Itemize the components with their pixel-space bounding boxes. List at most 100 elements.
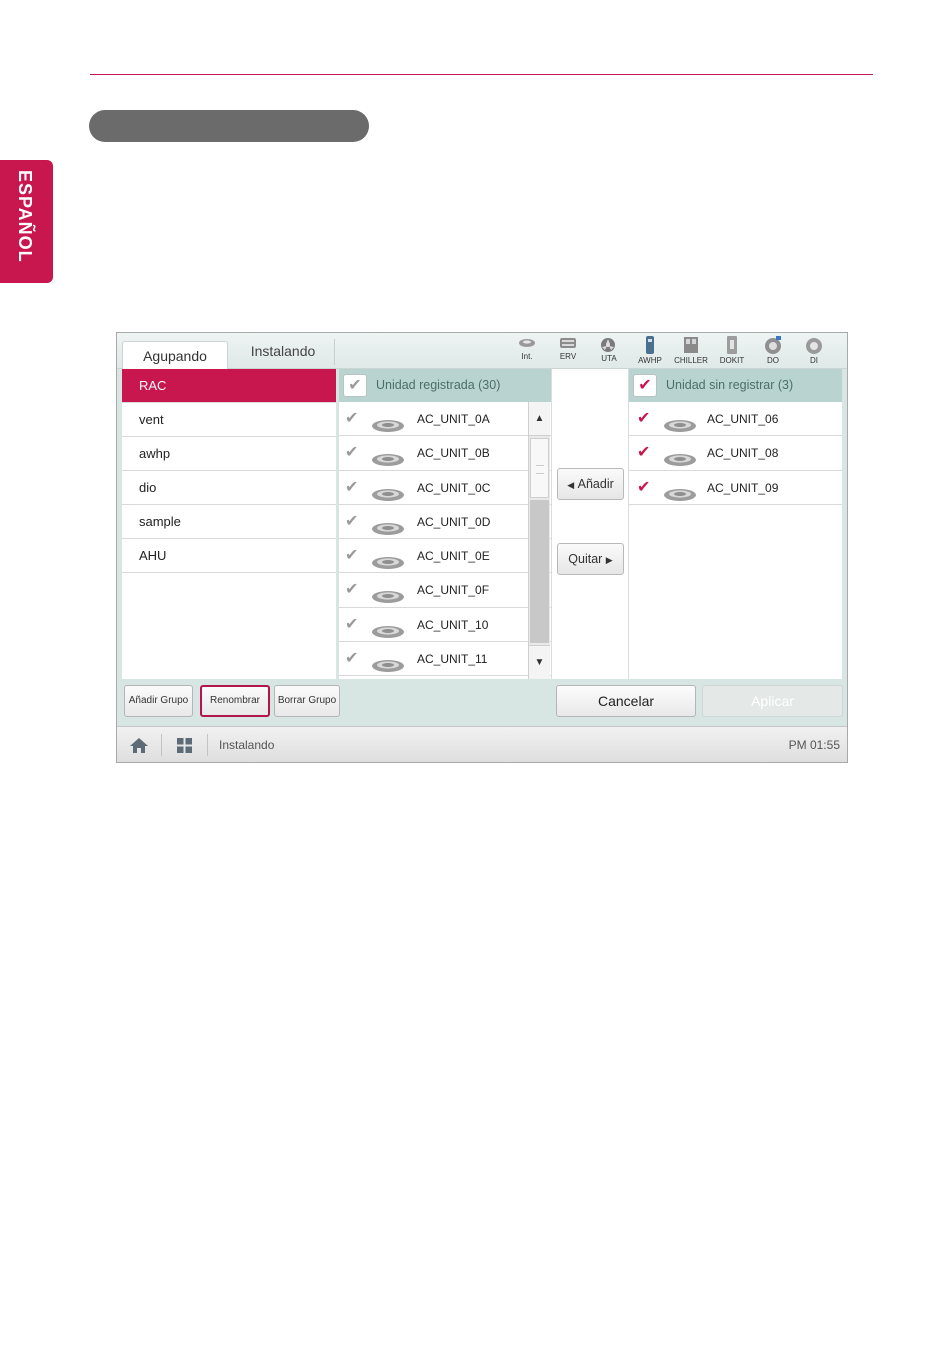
scroll-thumb[interactable] [530,438,549,498]
group-item-rac[interactable]: RAC [122,369,336,403]
unit-row[interactable]: ✔ AC_UNIT_0D [339,505,551,540]
add-button[interactable]: ◀ Añadir [557,468,624,500]
unit-name: AC_UNIT_0E [417,549,490,564]
registered-header: ✔ Unidad registrada (30) [339,369,551,402]
transfer-controls: ◀ Añadir Quitar ▶ [551,369,629,679]
registered-header-label: Unidad registrada (30) [376,378,501,392]
device-label: ERV [559,352,577,361]
registered-scrollbar[interactable]: ▲ ▼ [528,402,550,679]
arrow-left-icon: ◀ [567,480,575,490]
check-icon[interactable]: ✔ [345,642,358,676]
select-all-registered-checkbox[interactable]: ✔ [343,374,367,397]
unit-row[interactable]: ✔ AC_UNIT_0B [339,436,551,471]
device-filter-int[interactable]: Int. [510,335,544,367]
unit-row[interactable]: ✔ AC_UNIT_0C [339,471,551,505]
header-rule [90,74,873,75]
check-icon[interactable]: ✔ [345,402,358,436]
group-item-vent[interactable]: vent [122,403,336,437]
add-group-button[interactable]: Añadir Grupo [124,685,193,717]
tab-agupando[interactable]: Agupando [122,341,228,370]
arrow-right-icon: ▶ [605,555,613,565]
clock: PM 01:55 [788,738,840,752]
remove-button[interactable]: Quitar ▶ [557,543,624,575]
device-filter-uta[interactable]: UTA [592,335,626,367]
erv-icon [560,338,576,348]
delete-group-button[interactable]: Borrar Grupo [274,685,340,717]
check-icon[interactable]: ✔ [637,471,650,505]
unit-row[interactable]: ✔ AC_UNIT_06 [629,402,842,437]
scroll-up-arrow-icon[interactable]: ▲ [529,402,550,436]
device-screen: Agupando Instalando Int. ERV UTA AWHP CH… [116,332,848,763]
unregistered-rows: ✔ AC_UNIT_06 ✔ AC_UNIT_08 ✔ AC_UNIT_09 [629,402,842,505]
unit-row[interactable]: ✔ AC_UNIT_0A [339,402,551,437]
device-label: AWHP [638,356,662,365]
device-label: UTA [601,354,617,363]
footer-divider [207,734,208,756]
rename-group-button[interactable]: Renombrar [200,685,270,717]
cassette-unit-icon [663,481,697,515]
di-gear-icon [806,338,822,354]
unregistered-unit-list: ✔ Unidad sin registrar (3) ✔ AC_UNIT_06 ✔ A… [629,369,842,679]
status-footer: Instalando PM 01:55 [117,726,847,762]
tab-divider [334,339,335,365]
scroll-down-arrow-icon[interactable]: ▼ [529,645,550,679]
uta-fan-icon [601,338,615,352]
unit-row[interactable]: ✔ AC_UNIT_10 [339,608,551,643]
device-filter-do[interactable]: DO [756,335,790,367]
remove-button-label: Quitar [568,552,603,566]
unit-row[interactable]: ✔ AC_UNIT_08 [629,436,842,471]
device-label: Int. [521,352,533,361]
tab-instalando[interactable]: Instalando [235,337,331,365]
check-icon[interactable]: ✔ [345,436,358,470]
unit-name: AC_UNIT_06 [707,412,779,426]
device-label: DOKIT [719,356,745,365]
group-item-dio[interactable]: dio [122,471,336,505]
cancel-button[interactable]: Cancelar [556,685,696,717]
group-item-sample[interactable]: sample [122,505,336,539]
section-title-bar [89,110,369,142]
apply-button[interactable]: Aplicar [702,685,843,717]
menu-grid-icon[interactable] [177,738,192,753]
device-filter-dokit[interactable]: DOKIT [715,335,749,367]
device-label: CHILLER [674,356,708,365]
check-icon: ✔ [348,377,362,394]
unit-row[interactable]: ✔ AC_UNIT_0F [339,573,551,608]
check-icon[interactable]: ✔ [345,539,358,573]
unit-name: AC_UNIT_0D [417,514,491,529]
unit-name: AC_UNIT_09 [707,480,779,495]
device-label: DO [767,356,779,365]
group-item-awhp[interactable]: awhp [122,437,336,471]
check-icon[interactable]: ✔ [345,608,358,642]
unit-row[interactable]: ✔ AC_UNIT_0E [339,539,551,574]
device-filter-chiller[interactable]: CHILLER [674,335,708,367]
scroll-track[interactable] [530,500,549,643]
awhp-icon [646,336,654,354]
indoor-unit-icon [519,339,535,347]
select-all-unregistered-checkbox[interactable]: ✔ [633,374,657,397]
check-icon[interactable]: ✔ [345,505,358,539]
tab-bar: Agupando Instalando Int. ERV UTA AWHP CH… [117,333,847,370]
registered-unit-list: ✔ Unidad registrada (30) ✔ AC_UNIT_0A ✔ AC_… [339,369,551,679]
home-icon[interactable] [129,737,149,754]
check-icon[interactable]: ✔ [345,471,358,505]
unit-name: AC_UNIT_08 [707,446,779,461]
check-icon[interactable]: ✔ [637,436,650,470]
unit-row[interactable]: ✔ AC_UNIT_11 [339,642,551,679]
group-item-ahu[interactable]: AHU [122,539,336,573]
check-icon[interactable]: ✔ [637,402,650,436]
cassette-unit-icon [371,652,405,679]
dokit-icon [727,336,737,354]
unit-name: AC_UNIT_0B [417,446,490,461]
add-button-label: Añadir [577,477,614,491]
check-icon[interactable]: ✔ [345,573,358,607]
device-filter-erv[interactable]: ERV [551,335,585,367]
language-label: ESPAÑOL [15,170,35,263]
device-filter-awhp[interactable]: AWHP [633,335,667,367]
unit-name: AC_UNIT_0F [417,583,490,598]
unit-name: AC_UNIT_11 [417,652,488,667]
unregistered-header-label: Unidad sin registrar (3) [666,378,794,392]
device-label: DI [810,356,818,365]
device-filter-di[interactable]: DI [797,335,831,367]
do-gear-icon [765,336,781,354]
unit-row[interactable]: ✔ AC_UNIT_09 [629,471,842,505]
